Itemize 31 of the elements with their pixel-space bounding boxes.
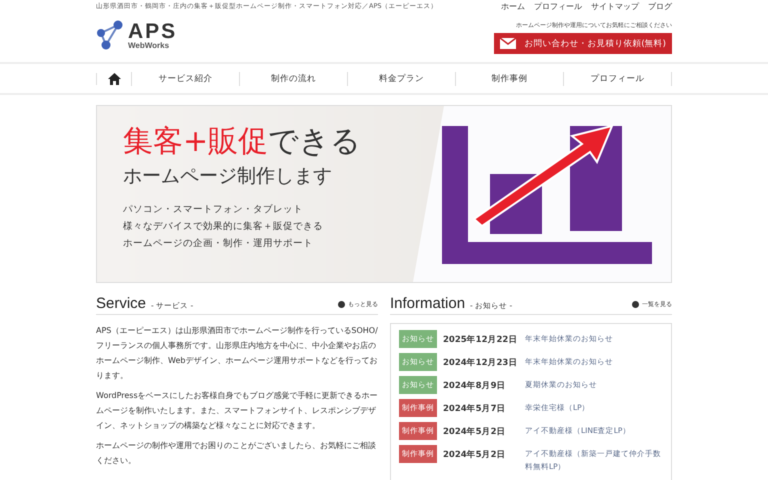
service-paragraph: WordPressをベースにしたお客様自身でもブログ感覚で手軽に更新できるホームページを制作いたします。また、スマートフォンサイト、レスポンシブデザイン、ネットショップの構築など様々なことに対応できます。 [96,390,378,432]
news-date: 2024年5月7日 [443,403,506,415]
news-date: 2024年5月2日 [443,449,506,461]
logo-name[interactable]: APS [128,20,178,42]
section-title: Information [390,295,466,312]
top-link[interactable]: ブログ [648,1,672,12]
hero-headline-accent: 集客+販促 [123,124,268,159]
section-title: Service [96,295,146,312]
contact-button[interactable]: お問い合わせ・お見積り依頼(無料) [494,33,672,54]
nav-link[interactable]: 制作事例 [455,72,563,86]
hero-text-line: 様々なデバイスで効果的に集客＋販促できる [123,220,324,234]
news-date: 2024年12月23日 [443,357,518,369]
hero-text-line: パソコン・スマートフォン・タブレット [123,203,304,217]
top-link[interactable]: サイトマップ [591,1,639,12]
nav-link[interactable]: 制作の流れ [239,72,347,86]
nav-link[interactable]: プロフィール [563,72,672,86]
top-link[interactable]: プロフィール [534,1,582,12]
logo-subtitle: WebWorks [128,42,170,50]
home-icon [108,72,120,84]
service-paragraph: ホームページの制作や運用でお困りのことがございましたら、お気軽にご相談ください。 [96,440,377,467]
hero-headline: できる [268,124,362,159]
service-paragraph: APS（エーピーエス）は山形県酒田市でホームページ制作を行っているSOHO/フリーランスの個人事務所です。山形県庄内地方を中心に、中小企業やお店のホームページ制作、Webデザイン、ホームページ運用サポートなどを行っております。 [96,325,378,382]
nav-link[interactable]: 料金プラン [347,72,455,86]
top-link[interactable]: ホーム [501,1,525,12]
hero-text-line: ホームページの企画・制作・運用サポート [123,237,314,251]
news-date: 2024年5月2日 [443,426,506,438]
nav-link[interactable]: サービス紹介 [131,72,239,86]
hero-subheadline: ホームページ制作します [123,164,333,189]
news-date: 2024年8月9日 [443,380,506,392]
envelope-icon [500,38,516,49]
news-date: 2025年12月22日 [443,334,518,346]
